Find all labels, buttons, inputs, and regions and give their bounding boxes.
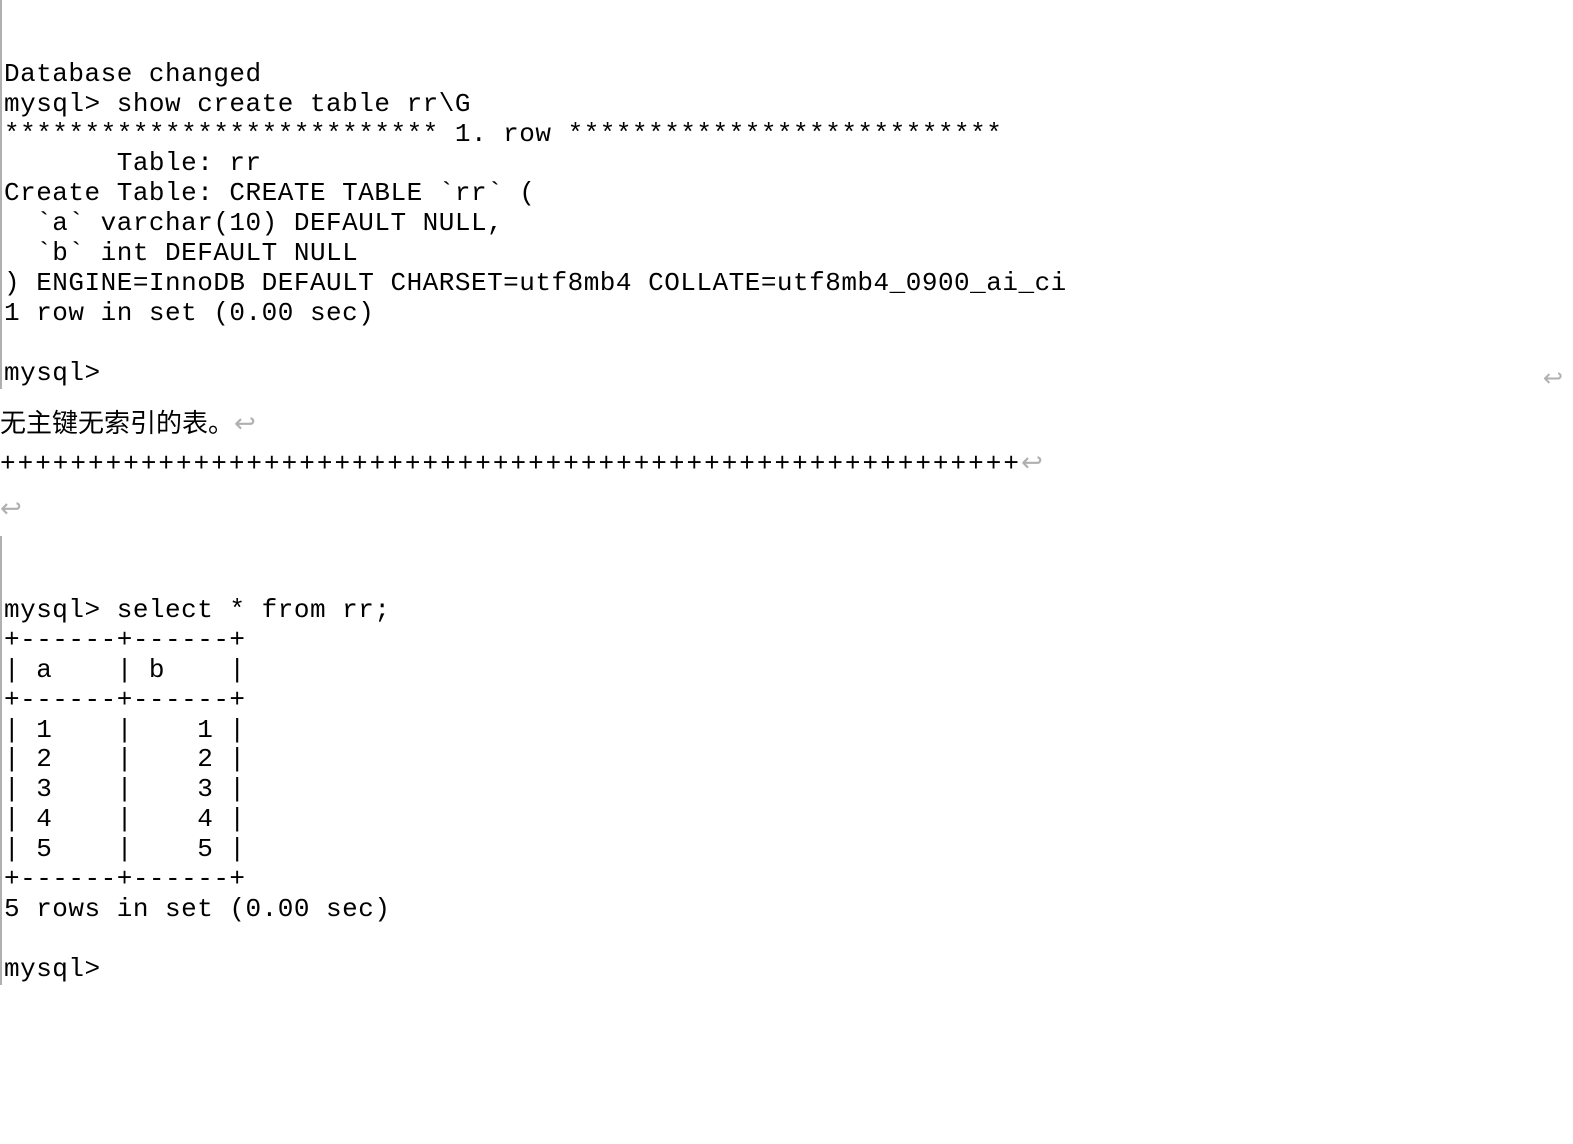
pilcrow-icon: ↩ bbox=[0, 493, 22, 523]
term2-border-top: +------+------+ bbox=[4, 625, 246, 655]
term1-col-a: `a` varchar(10) DEFAULT NULL, bbox=[4, 208, 503, 238]
caption-label: 无主键无索引的表。 bbox=[0, 408, 234, 438]
term2-border-bot: +------+------+ bbox=[4, 864, 246, 894]
term1-col-b: `b` int DEFAULT NULL bbox=[4, 238, 358, 268]
term1-rows-in-set: 1 row in set (0.00 sec) bbox=[4, 298, 374, 328]
plus-separator: ++++++++++++++++++++++++++++++++++++++++… bbox=[0, 448, 1573, 480]
term2-row-1: | 1 | 1 | bbox=[4, 715, 246, 745]
caption-text: 无主键无索引的表。↩ bbox=[0, 409, 1573, 439]
pilcrow-icon: ↩ bbox=[1021, 448, 1045, 477]
term2-prompt: mysql> bbox=[4, 954, 101, 984]
term1-show-create: mysql> show create table rr\G bbox=[4, 89, 471, 119]
term2-border-mid: +------+------+ bbox=[4, 685, 246, 715]
pilcrow-icon: ↩ bbox=[1543, 365, 1563, 393]
term1-table-name: Table: rr bbox=[4, 148, 262, 178]
document-container: Database changed mysql> show create tabl… bbox=[0, 0, 1573, 985]
term2-select: mysql> select * from rr; bbox=[4, 595, 390, 625]
term1-row-sep: *************************** 1. row *****… bbox=[4, 119, 1002, 149]
plus-row: ++++++++++++++++++++++++++++++++++++++++… bbox=[0, 449, 1021, 479]
term2-header: | a | b | bbox=[4, 655, 246, 685]
term2-row-5: | 5 | 5 | bbox=[4, 834, 246, 864]
terminal-block-1: Database changed mysql> show create tabl… bbox=[0, 0, 1573, 389]
term1-create-table: Create Table: CREATE TABLE `rr` ( bbox=[4, 178, 535, 208]
term2-row-3: | 3 | 3 | bbox=[4, 774, 246, 804]
term2-rows-in-set: 5 rows in set (0.00 sec) bbox=[4, 894, 390, 924]
term1-prompt: mysql> bbox=[4, 358, 101, 388]
term2-row-4: | 4 | 4 | bbox=[4, 804, 246, 834]
terminal-block-2: mysql> select * from rr; +------+------+… bbox=[0, 536, 1573, 984]
term2-row-2: | 2 | 2 | bbox=[4, 744, 246, 774]
term1-db-changed: Database changed bbox=[4, 59, 262, 89]
pilcrow-icon: ↩ bbox=[234, 408, 256, 438]
blank-line: ↩ bbox=[0, 494, 1573, 526]
term1-engine: ) ENGINE=InnoDB DEFAULT CHARSET=utf8mb4 … bbox=[4, 268, 1067, 298]
